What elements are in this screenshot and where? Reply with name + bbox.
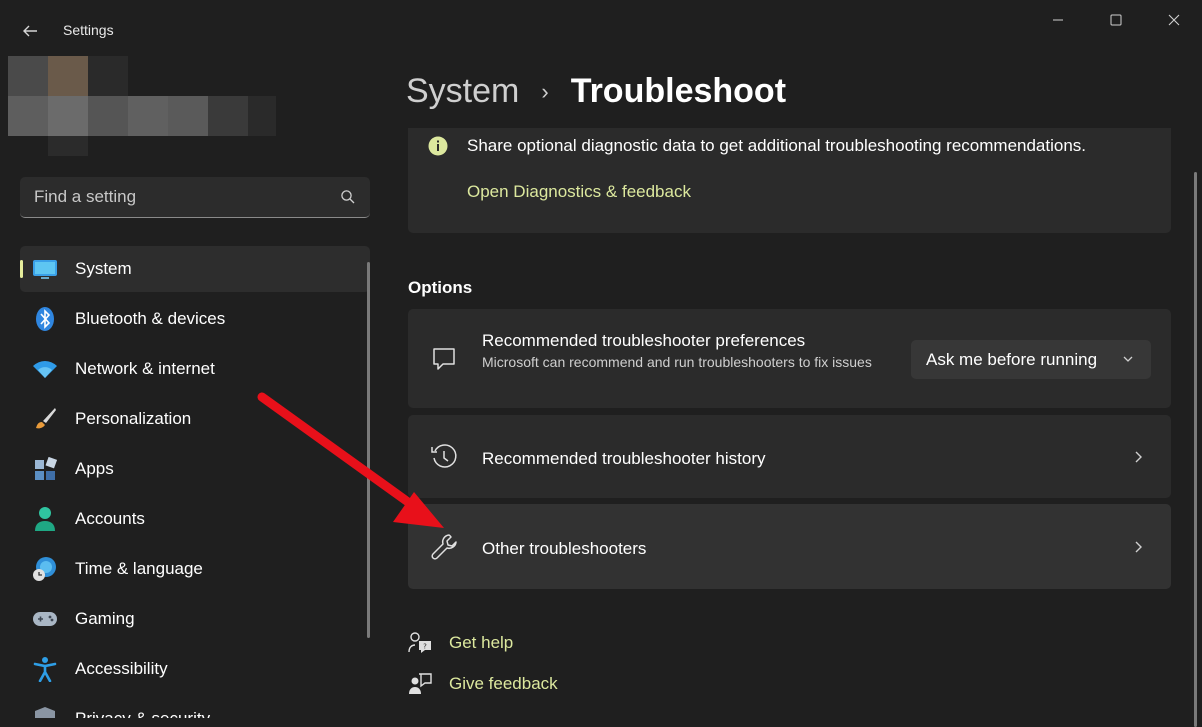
other-troubleshooters-card[interactable]: Other troubleshooters xyxy=(408,504,1171,589)
back-button[interactable] xyxy=(12,14,48,48)
sidebar-item-label: Apps xyxy=(75,459,114,478)
search-input[interactable] xyxy=(34,187,340,207)
profile-pixel xyxy=(8,56,48,96)
back-arrow-icon xyxy=(23,25,37,37)
give-feedback-label: Give feedback xyxy=(449,674,558,693)
help-chat-icon: ? xyxy=(408,632,431,653)
search-box[interactable] xyxy=(20,177,370,218)
sidebar-nav: System Bluetooth & devices Network & int… xyxy=(20,246,370,718)
history-title: Recommended troubleshooter history xyxy=(482,449,766,468)
other-troubleshooters-title: Other troubleshooters xyxy=(482,539,647,558)
wrench-icon xyxy=(430,533,458,561)
profile-pixel xyxy=(48,136,88,156)
gamepad-icon xyxy=(32,606,58,632)
accounts-icon xyxy=(32,506,58,532)
troubleshooter-history-card[interactable]: Recommended troubleshooter history xyxy=(408,415,1171,498)
preferences-title: Recommended troubleshooter preferences xyxy=(482,331,806,350)
sidebar-item-privacy[interactable]: Privacy & security xyxy=(20,696,370,718)
profile-pixel xyxy=(48,96,88,136)
get-help-label: Get help xyxy=(449,633,514,652)
profile-pixel xyxy=(88,56,128,96)
wifi-icon xyxy=(32,356,58,382)
get-help-link[interactable]: ? Get help xyxy=(408,631,513,655)
minimize-icon xyxy=(1053,19,1063,21)
profile-pixel xyxy=(248,96,276,136)
profile-pixel xyxy=(128,96,168,136)
system-display-icon xyxy=(32,256,58,282)
breadcrumb-separator-icon: › xyxy=(541,78,549,104)
dropdown-selected-value: Ask me before running xyxy=(926,349,1098,369)
history-icon xyxy=(430,443,458,471)
sidebar-item-label: Personalization xyxy=(75,409,192,428)
profile-pixel xyxy=(168,96,208,136)
shield-icon xyxy=(32,706,58,718)
accessibility-icon xyxy=(32,656,58,682)
profile-pixel xyxy=(8,96,48,136)
page-title: Troubleshoot xyxy=(570,72,787,110)
profile-pixel xyxy=(88,96,128,136)
preferences-description: Microsoft can recommend and run troubles… xyxy=(482,354,872,370)
breadcrumb: System › Troubleshoot xyxy=(406,72,786,111)
sidebar-item-bluetooth[interactable]: Bluetooth & devices xyxy=(20,296,370,342)
diagnostics-card: Share optional diagnostic data to get ad… xyxy=(408,128,1171,233)
globe-clock-icon xyxy=(32,556,58,582)
sidebar-item-label: Gaming xyxy=(75,609,135,628)
search-icon xyxy=(341,190,355,204)
minimize-button[interactable] xyxy=(1030,0,1086,40)
feedback-icon xyxy=(409,673,432,694)
bluetooth-icon xyxy=(32,306,58,332)
title-bar: Settings xyxy=(0,0,1202,60)
sidebar-item-system[interactable]: System xyxy=(20,246,370,292)
maximize-icon xyxy=(1110,14,1122,26)
chevron-right-icon xyxy=(1135,451,1142,463)
sidebar-item-label: Privacy & security xyxy=(75,709,210,718)
sidebar-item-time-language[interactable]: Time & language xyxy=(20,546,370,592)
breadcrumb-parent-system[interactable]: System xyxy=(406,72,519,111)
chevron-right-icon xyxy=(1135,541,1142,553)
sidebar-item-label: Accessibility xyxy=(75,659,168,678)
preferences-dropdown[interactable]: Ask me before running xyxy=(911,340,1151,379)
info-icon xyxy=(428,136,448,156)
close-button[interactable] xyxy=(1146,0,1202,40)
open-diagnostics-link[interactable]: Open Diagnostics & feedback xyxy=(467,182,691,202)
sidebar-item-network[interactable]: Network & internet xyxy=(20,346,370,392)
app-title: Settings xyxy=(63,22,114,38)
profile-pixel xyxy=(48,56,88,96)
sidebar-item-label: Bluetooth & devices xyxy=(75,309,226,328)
sidebar-item-accessibility[interactable]: Accessibility xyxy=(20,646,370,692)
sidebar-item-gaming[interactable]: Gaming xyxy=(20,596,370,642)
apps-icon xyxy=(32,456,58,482)
sidebar-item-accounts[interactable]: Accounts xyxy=(20,496,370,542)
sidebar-item-apps[interactable]: Apps xyxy=(20,446,370,492)
profile-avatar-blurred[interactable] xyxy=(8,56,278,156)
sidebar-item-label: Accounts xyxy=(75,509,145,528)
profile-pixel xyxy=(208,96,248,136)
troubleshooter-preferences-card: Recommended troubleshooter preferences M… xyxy=(408,309,1171,408)
close-icon xyxy=(1168,14,1180,26)
options-heading: Options xyxy=(408,278,473,297)
give-feedback-link[interactable]: Give feedback xyxy=(408,672,558,696)
chat-message-icon xyxy=(430,345,458,373)
sidebar-item-label: Network & internet xyxy=(75,359,215,378)
diagnostics-message: Share optional diagnostic data to get ad… xyxy=(467,136,1087,155)
sidebar-item-label: Time & language xyxy=(75,559,203,578)
sidebar-scrollbar[interactable] xyxy=(367,262,370,638)
maximize-button[interactable] xyxy=(1088,0,1144,40)
chevron-down-icon xyxy=(1123,356,1133,362)
sidebar-item-personalization[interactable]: Personalization xyxy=(20,396,370,442)
svg-text:?: ? xyxy=(423,643,427,651)
paintbrush-icon xyxy=(32,406,58,432)
sidebar-item-label: System xyxy=(75,259,132,278)
content-scrollbar[interactable] xyxy=(1194,172,1197,727)
